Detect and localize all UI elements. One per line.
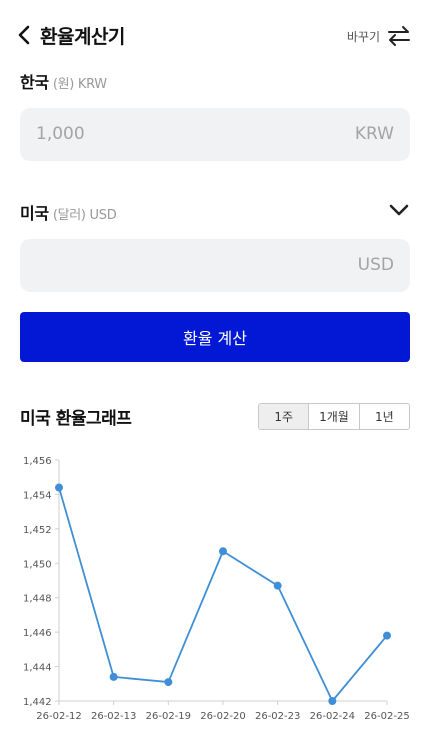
x-tick-label: 26-02-19 — [146, 711, 191, 722]
page-title: 환율계산기 — [40, 26, 125, 48]
x-tick-label: 26-02-25 — [364, 711, 409, 722]
back-button[interactable] — [14, 22, 36, 48]
to-amount-unit: USD — [357, 255, 394, 275]
graph-title: 미국 환율그래프 — [20, 409, 132, 429]
swap-label: 바꾸기 — [346, 29, 380, 44]
y-tick-label: 1,448 — [23, 594, 52, 605]
y-tick-label: 1,444 — [23, 663, 52, 674]
data-point — [273, 581, 282, 590]
x-tick-label: 26-02-20 — [200, 711, 245, 722]
tab-1-month[interactable]: 1개월 — [309, 404, 360, 429]
y-tick-label: 1,452 — [23, 525, 52, 536]
exchange-rate-chart: 1,442 1,444 1,446 1,448 1,450 1,452 1,454 1,456… — [23, 456, 410, 722]
y-tick-label: 1,446 — [23, 628, 52, 639]
to-currency-detail: (달러) USD — [52, 208, 117, 223]
x-tick-label: 26-02-12 — [36, 711, 81, 722]
series-line — [58, 487, 388, 702]
to-amount-input[interactable]: USD — [20, 239, 410, 292]
chevron-down-icon — [389, 204, 409, 216]
y-tick-label: 1,442 — [23, 697, 52, 708]
x-tick-label: 26-02-24 — [310, 711, 355, 722]
data-point — [109, 672, 118, 681]
data-point — [383, 631, 391, 640]
chevron-left-icon — [18, 25, 30, 45]
from-currency-detail: (원) KRW — [52, 77, 107, 92]
y-tick-label: 1,450 — [23, 559, 52, 570]
from-currency-name: 한국 — [20, 73, 49, 92]
y-tick-label: 1,454 — [23, 490, 52, 501]
x-tick-label: 26-02-13 — [91, 711, 136, 722]
tab-1-year[interactable]: 1년 — [360, 404, 409, 429]
tab-1-week[interactable]: 1주 — [259, 404, 310, 429]
from-amount-input[interactable]: 1,000 KRW — [20, 108, 410, 161]
swap-button[interactable]: 바꾸기 — [347, 24, 412, 48]
calculate-button-label: 환율 계산 — [183, 329, 247, 348]
from-amount-value: 1,000 — [36, 124, 85, 144]
swap-arrows-icon — [388, 26, 410, 46]
header: 환율계산기 바꾸기 — [0, 0, 430, 70]
data-point — [164, 678, 173, 687]
from-currency-label: 한국 (원) KRW — [20, 69, 107, 93]
from-amount-unit: KRW — [354, 124, 394, 144]
data-point — [55, 483, 63, 492]
x-tick-label: 26-02-23 — [255, 711, 300, 722]
y-tick-label: 1,456 — [23, 456, 52, 467]
data-point — [219, 547, 227, 556]
to-currency-name: 미국 — [20, 204, 49, 223]
data-point — [328, 697, 337, 705]
period-tabs: 1주 1개월 1년 — [258, 403, 410, 430]
to-currency-selector[interactable]: 미국 (달러) USD — [20, 200, 117, 224]
currency-dropdown-button[interactable] — [388, 200, 410, 220]
calculate-button[interactable]: 환율 계산 — [20, 312, 410, 362]
